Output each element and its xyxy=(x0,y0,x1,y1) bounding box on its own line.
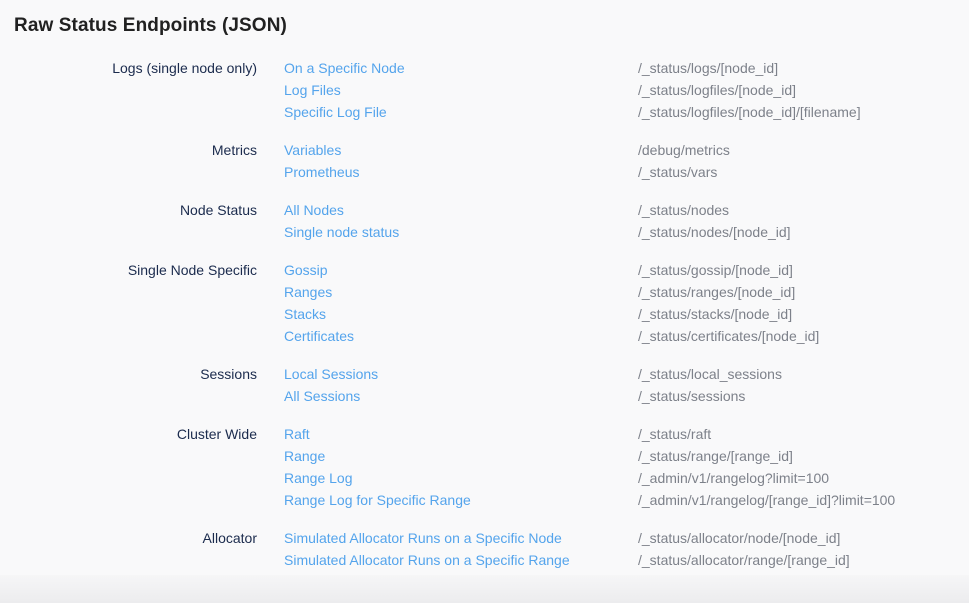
endpoint-link[interactable]: Ranges xyxy=(284,281,638,303)
endpoint-link[interactable]: Local Sessions xyxy=(284,363,638,385)
endpoint-section: Allocator Simulated Allocator Runs on a … xyxy=(14,527,955,571)
endpoint-link[interactable]: Log Files xyxy=(284,79,638,101)
endpoint-section: Cluster Wide RaftRangeRange LogRange Log… xyxy=(14,423,955,511)
endpoint-path: /debug/metrics xyxy=(638,139,955,161)
category-label: Node Status xyxy=(14,199,284,243)
links-column: GossipRangesStacksCertificates xyxy=(284,259,638,347)
endpoint-link[interactable]: Specific Log File xyxy=(284,101,638,123)
endpoint-path: /_status/allocator/node/[node_id] xyxy=(638,527,955,549)
endpoint-link[interactable]: Simulated Allocator Runs on a Specific R… xyxy=(284,549,638,571)
endpoint-link[interactable]: All Nodes xyxy=(284,199,638,221)
links-column: Local SessionsAll Sessions xyxy=(284,363,638,407)
links-column: All NodesSingle node status xyxy=(284,199,638,243)
endpoint-link[interactable]: Prometheus xyxy=(284,161,638,183)
endpoint-link[interactable]: On a Specific Node xyxy=(284,57,638,79)
page-title: Raw Status Endpoints (JSON) xyxy=(14,13,955,38)
endpoint-path: /_status/nodes/[node_id] xyxy=(638,221,955,243)
endpoint-path: /_status/local_sessions xyxy=(638,363,955,385)
endpoint-path: /_status/stacks/[node_id] xyxy=(638,303,955,325)
endpoint-path: /_status/gossip/[node_id] xyxy=(638,259,955,281)
endpoint-section: Single Node Specific GossipRangesStacksC… xyxy=(14,259,955,347)
category-label: Logs (single node only) xyxy=(14,57,284,123)
links-column: VariablesPrometheus xyxy=(284,139,638,183)
endpoint-section: Node Status All NodesSingle node status … xyxy=(14,199,955,243)
links-column: On a Specific NodeLog FilesSpecific Log … xyxy=(284,57,638,123)
endpoint-section: Logs (single node only) On a Specific No… xyxy=(14,57,955,123)
endpoint-path: /_admin/v1/rangelog?limit=100 xyxy=(638,467,955,489)
endpoint-section: Metrics VariablesPrometheus /debug/metri… xyxy=(14,139,955,183)
endpoint-path: /_status/raft xyxy=(638,423,955,445)
endpoint-path: /_status/logfiles/[node_id]/[filename] xyxy=(638,101,955,123)
paths-column: /_status/nodes/_status/nodes/[node_id] xyxy=(638,199,955,243)
paths-column: /_status/logs/[node_id]/_status/logfiles… xyxy=(638,57,955,123)
endpoint-path: /_status/vars xyxy=(638,161,955,183)
category-label: Allocator xyxy=(14,527,284,571)
links-column: Simulated Allocator Runs on a Specific N… xyxy=(284,527,638,571)
endpoint-path: /_status/nodes xyxy=(638,199,955,221)
bottom-band xyxy=(0,575,969,603)
category-label: Cluster Wide xyxy=(14,423,284,511)
endpoint-link[interactable]: Range xyxy=(284,445,638,467)
endpoint-link[interactable]: Variables xyxy=(284,139,638,161)
endpoint-link[interactable]: Stacks xyxy=(284,303,638,325)
endpoint-link[interactable]: Single node status xyxy=(284,221,638,243)
paths-column: /_status/local_sessions/_status/sessions xyxy=(638,363,955,407)
endpoint-path: /_status/logs/[node_id] xyxy=(638,57,955,79)
paths-column: /_status/gossip/[node_id]/_status/ranges… xyxy=(638,259,955,347)
paths-column: /debug/metrics/_status/vars xyxy=(638,139,955,183)
endpoint-path: /_status/logfiles/[node_id] xyxy=(638,79,955,101)
endpoint-link[interactable]: Simulated Allocator Runs on a Specific N… xyxy=(284,527,638,549)
category-label: Metrics xyxy=(14,139,284,183)
endpoint-path: /_status/range/[range_id] xyxy=(638,445,955,467)
endpoint-path: /_status/ranges/[node_id] xyxy=(638,281,955,303)
endpoint-path: /_admin/v1/rangelog/[range_id]?limit=100 xyxy=(638,489,955,511)
endpoint-link[interactable]: All Sessions xyxy=(284,385,638,407)
endpoint-sections: Logs (single node only) On a Specific No… xyxy=(14,57,955,571)
endpoint-link[interactable]: Range Log xyxy=(284,467,638,489)
raw-status-endpoints-page: Raw Status Endpoints (JSON) Logs (single… xyxy=(0,0,969,571)
endpoint-link[interactable]: Certificates xyxy=(284,325,638,347)
endpoint-link[interactable]: Gossip xyxy=(284,259,638,281)
endpoint-section: Sessions Local SessionsAll Sessions /_st… xyxy=(14,363,955,407)
links-column: RaftRangeRange LogRange Log for Specific… xyxy=(284,423,638,511)
endpoint-link[interactable]: Range Log for Specific Range xyxy=(284,489,638,511)
paths-column: /_status/allocator/node/[node_id]/_statu… xyxy=(638,527,955,571)
paths-column: /_status/raft/_status/range/[range_id]/_… xyxy=(638,423,955,511)
endpoint-path: /_status/sessions xyxy=(638,385,955,407)
category-label: Sessions xyxy=(14,363,284,407)
endpoint-path: /_status/certificates/[node_id] xyxy=(638,325,955,347)
category-label: Single Node Specific xyxy=(14,259,284,347)
endpoint-link[interactable]: Raft xyxy=(284,423,638,445)
endpoint-path: /_status/allocator/range/[range_id] xyxy=(638,549,955,571)
